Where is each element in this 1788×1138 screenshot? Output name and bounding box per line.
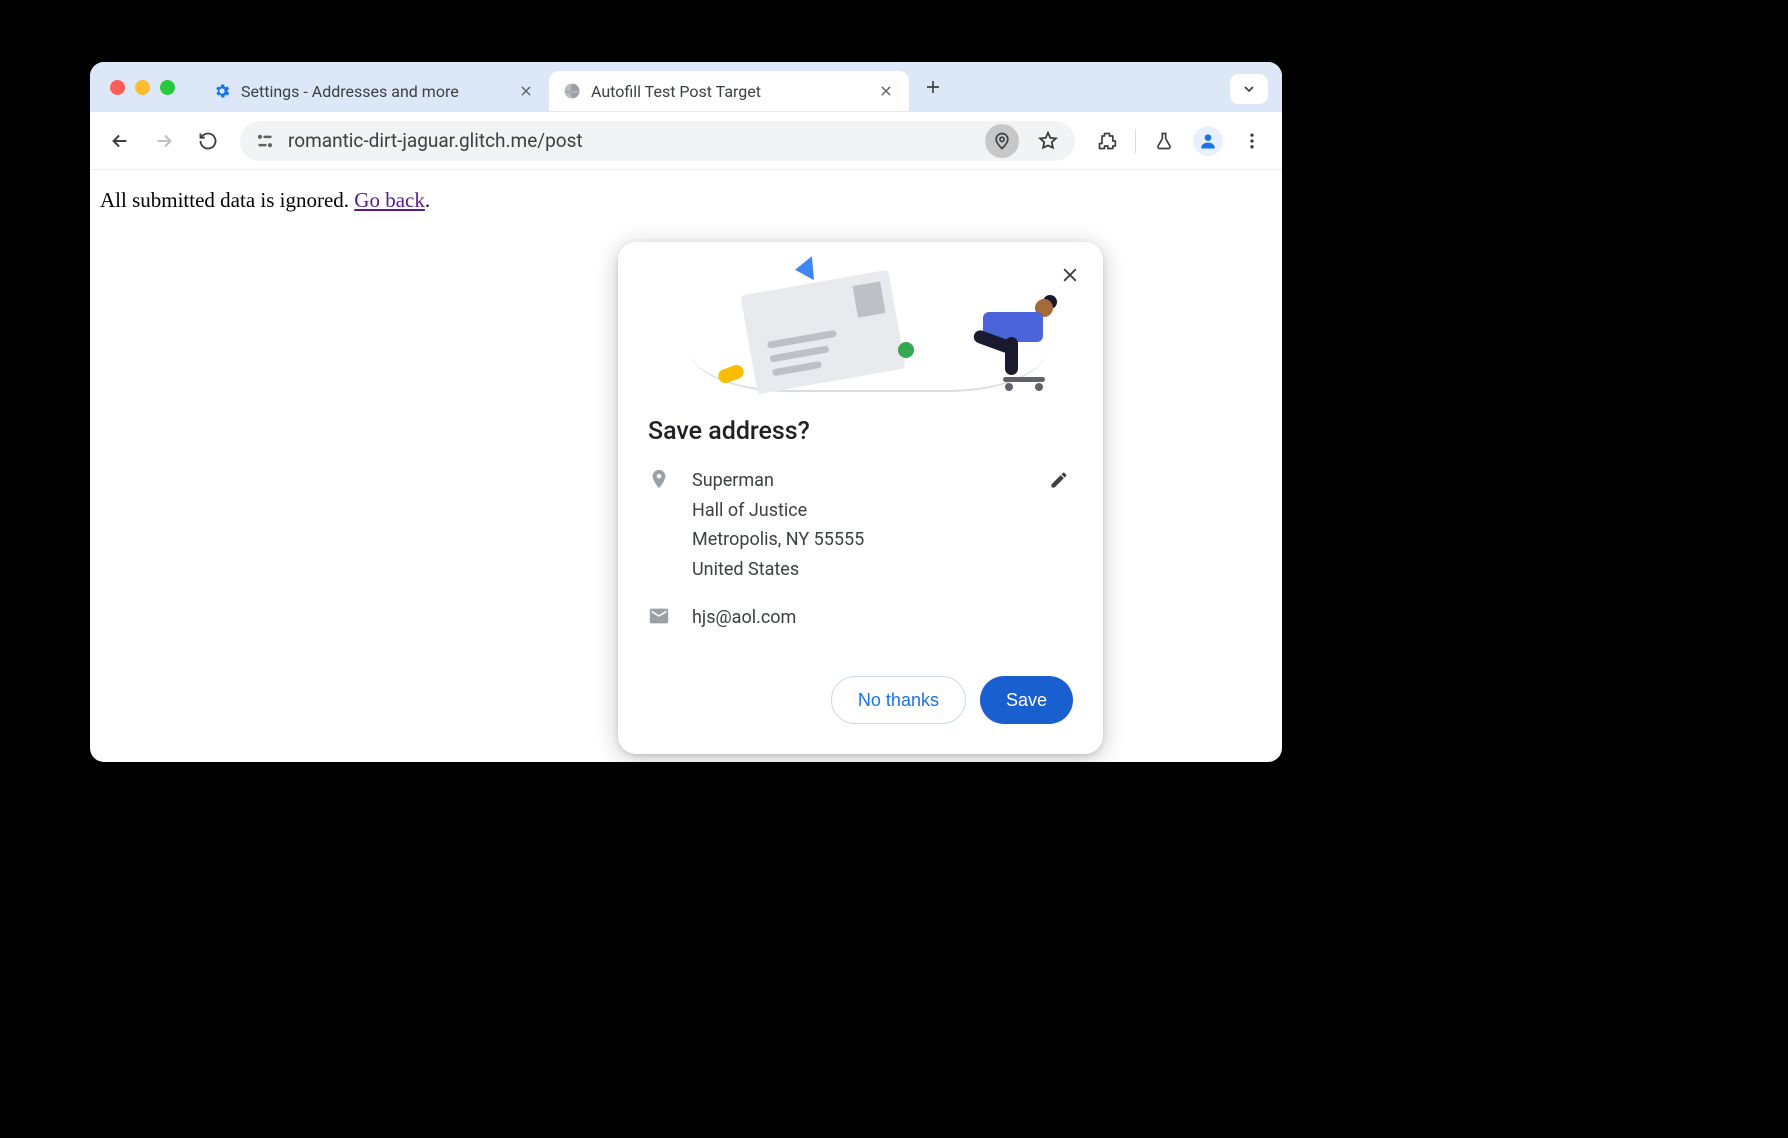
extensions-icon[interactable] <box>1087 121 1127 161</box>
tab-search-button[interactable] <box>1230 74 1268 104</box>
reload-button[interactable] <box>188 121 228 161</box>
address-country: United States <box>692 555 864 585</box>
window-minimize-button[interactable] <box>135 80 150 95</box>
address-content: Superman Hall of Justice Metropolis, NY … <box>692 466 864 585</box>
address-row: Superman Hall of Justice Metropolis, NY … <box>648 466 1073 585</box>
tab-settings[interactable]: Settings - Addresses and more <box>199 71 549 111</box>
close-icon[interactable] <box>517 82 535 100</box>
popup-actions: No thanks Save <box>618 650 1103 730</box>
page-text: All submitted data is ignored. <box>100 188 354 212</box>
gear-icon <box>213 82 231 100</box>
close-icon[interactable] <box>1055 260 1085 290</box>
profile-avatar-icon <box>1193 126 1223 156</box>
location-pin-icon <box>648 466 670 585</box>
tab-autofill-post[interactable]: Autofill Test Post Target <box>549 71 909 111</box>
window-maximize-button[interactable] <box>160 80 175 95</box>
popup-body: Save address? Superman Hall of Justice M… <box>618 407 1103 632</box>
email-row: hjs@aol.com <box>648 603 1073 633</box>
forward-button[interactable] <box>144 121 184 161</box>
page-content: All submitted data is ignored. Go back. <box>90 170 1282 231</box>
popup-title: Save address? <box>648 417 1073 446</box>
address-bar[interactable]: romantic-dirt-jaguar.glitch.me/post <box>240 121 1075 161</box>
new-tab-button[interactable] <box>917 71 949 103</box>
labs-flask-icon[interactable] <box>1144 121 1184 161</box>
edit-pencil-icon[interactable] <box>1045 466 1073 494</box>
no-thanks-button[interactable]: No thanks <box>831 676 966 724</box>
menu-button[interactable] <box>1232 121 1272 161</box>
address-line2: Metropolis, NY 55555 <box>692 525 864 555</box>
tab-title: Autofill Test Post Target <box>591 82 867 101</box>
window-controls <box>110 80 175 95</box>
site-settings-icon[interactable] <box>254 130 276 152</box>
address-name: Superman <box>692 466 864 496</box>
save-button[interactable]: Save <box>980 676 1073 724</box>
browser-window: Settings - Addresses and more Autofill T… <box>90 62 1282 762</box>
mail-icon <box>648 603 670 633</box>
popup-illustration <box>618 242 1103 407</box>
bookmark-star-icon[interactable] <box>1031 124 1065 158</box>
go-back-link[interactable]: Go back <box>354 188 425 212</box>
globe-icon <box>563 82 581 100</box>
location-pin-icon[interactable] <box>985 124 1019 158</box>
back-button[interactable] <box>100 121 140 161</box>
tab-bar: Settings - Addresses and more Autofill T… <box>90 62 1282 112</box>
address-line1: Hall of Justice <box>692 496 864 526</box>
close-icon[interactable] <box>877 82 895 100</box>
toolbar-separator <box>1135 129 1136 153</box>
profile-button[interactable] <box>1188 121 1228 161</box>
save-address-popup: Save address? Superman Hall of Justice M… <box>618 242 1103 754</box>
url-text: romantic-dirt-jaguar.glitch.me/post <box>288 129 973 152</box>
email-value: hjs@aol.com <box>692 603 796 633</box>
tab-title: Settings - Addresses and more <box>241 82 507 101</box>
page-text-suffix: . <box>425 188 430 212</box>
window-close-button[interactable] <box>110 80 125 95</box>
toolbar: romantic-dirt-jaguar.glitch.me/post <box>90 112 1282 170</box>
